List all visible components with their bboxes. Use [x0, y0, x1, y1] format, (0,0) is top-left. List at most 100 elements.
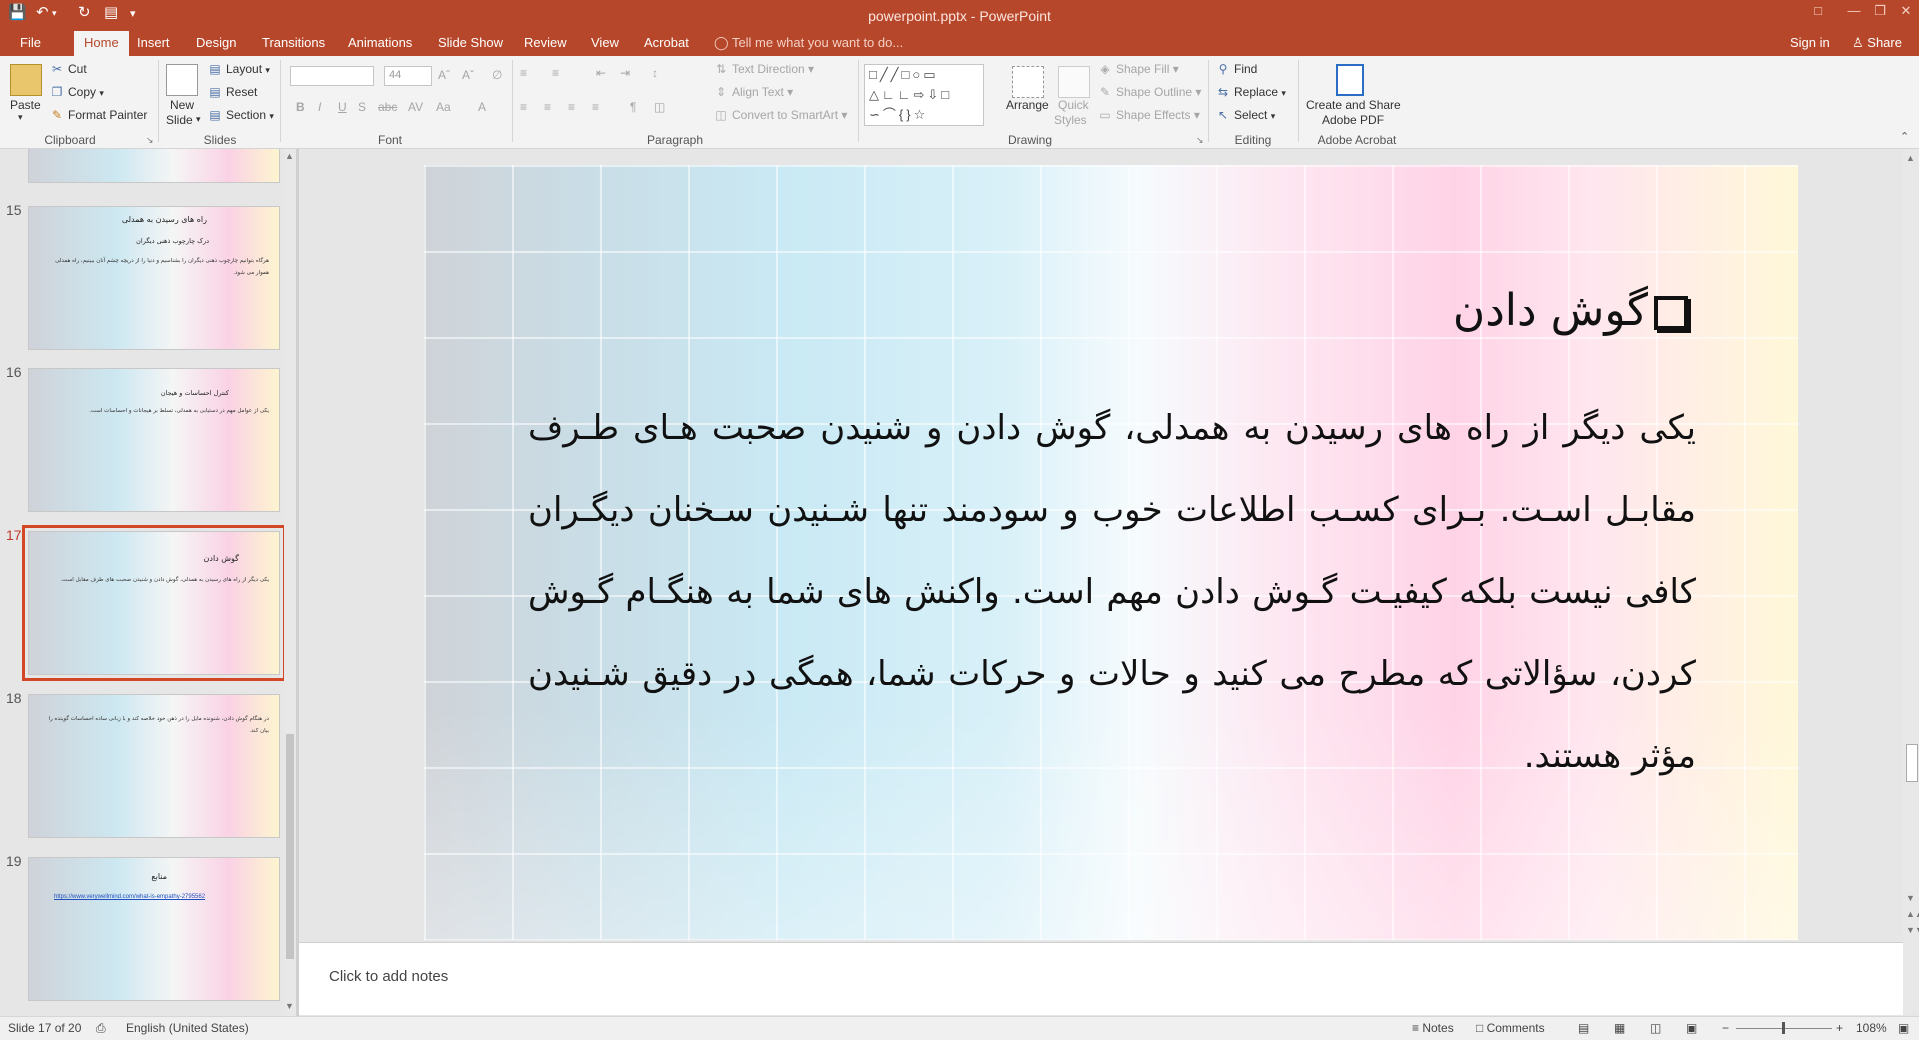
tab-insert[interactable]: Insert	[137, 35, 170, 50]
increase-font-size-icon[interactable]: Aˆ	[438, 68, 450, 82]
quick-styles-button[interactable]: Quick	[1058, 98, 1089, 112]
ribbon-display-options-icon[interactable]: □	[1804, 3, 1832, 18]
increase-indent-icon[interactable]: ⇥	[620, 66, 630, 80]
scrollbar-thumb[interactable]	[1906, 744, 1918, 782]
slide-thumbnail-19[interactable]: منابع https://www.verywellmind.com/what-…	[28, 857, 280, 1001]
zoom-in-icon[interactable]: +	[1836, 1021, 1843, 1035]
italic-icon[interactable]: I	[318, 100, 321, 114]
comments-toggle-button[interactable]: □ Comments	[1476, 1021, 1545, 1035]
create-share-pdf-icon[interactable]	[1336, 64, 1364, 96]
tab-animations[interactable]: Animations	[348, 35, 412, 50]
format-painter-button[interactable]: ✎ Format Painter	[50, 108, 147, 122]
slide-scrollbar[interactable]: ▲ ▼ ▲▲ ▼▼	[1903, 149, 1919, 1014]
cut-button[interactable]: ✂ Cut	[50, 62, 87, 76]
language-indicator[interactable]: English (United States)	[126, 1021, 249, 1035]
character-spacing-icon[interactable]: AV	[408, 100, 423, 114]
slide-thumbnail-17[interactable]: گوش دادن یکی دیگر از راه های رسیدن به هم…	[22, 525, 286, 681]
tab-transitions[interactable]: Transitions	[262, 35, 325, 50]
slide-title[interactable]: گوش دادن	[1453, 285, 1688, 336]
scroll-down-icon[interactable]: ▼	[1906, 893, 1915, 903]
scrollbar-thumb[interactable]	[286, 734, 294, 959]
new-slide-icon[interactable]	[166, 64, 198, 96]
clear-formatting-icon[interactable]: ∅	[492, 68, 502, 82]
font-color-icon[interactable]: A	[478, 100, 486, 114]
tab-view[interactable]: View	[591, 35, 619, 50]
shapes-gallery[interactable]: □╱╱□○▭ △∟∟⇨⇩□ ∽⌒{}☆	[864, 64, 984, 126]
clipboard-launcher-icon[interactable]: ↘	[146, 135, 154, 146]
fit-to-window-icon[interactable]: ▣	[1898, 1021, 1909, 1035]
tab-home[interactable]: Home	[74, 31, 129, 56]
slide-thumbnail[interactable]	[28, 149, 280, 183]
find-button[interactable]: ⚲ Find	[1216, 62, 1258, 76]
quick-styles-button-line2[interactable]: Styles	[1054, 113, 1087, 127]
align-center-icon[interactable]: ≡	[544, 100, 551, 114]
paste-dropdown-icon[interactable]: ▾	[18, 112, 23, 123]
zoom-out-icon[interactable]: −	[1722, 1021, 1729, 1035]
notes-placeholder[interactable]: Click to add notes	[329, 968, 448, 985]
bullets-icon[interactable]: ≡	[520, 66, 527, 80]
align-right-icon[interactable]: ≡	[568, 100, 575, 114]
line-spacing-icon[interactable]: ↕	[652, 66, 658, 80]
spelling-check-icon[interactable]: ⎙	[96, 1021, 106, 1036]
normal-view-icon[interactable]: ▤	[1578, 1021, 1589, 1035]
next-slide-icon[interactable]: ▼▼	[1906, 925, 1919, 935]
copy-button[interactable]: ❐ Copy ▾	[50, 85, 104, 99]
paste-icon[interactable]	[10, 64, 42, 96]
minimize-button[interactable]: —	[1840, 3, 1868, 18]
rtl-icon[interactable]: ¶	[630, 100, 636, 114]
scroll-up-icon[interactable]: ▲	[285, 151, 294, 161]
reset-button[interactable]: ▤ Reset	[208, 85, 257, 99]
tab-file[interactable]: File	[20, 35, 41, 50]
maximize-button[interactable]: ❐	[1866, 3, 1894, 19]
numbering-icon[interactable]: ≡	[552, 66, 559, 80]
align-text-button[interactable]: ⇕ Align Text ▾	[714, 85, 793, 99]
slide-thumbnail-16[interactable]: کنترل احساسات و هیجان یکی از عوامل مهم د…	[28, 368, 280, 512]
decrease-font-size-icon[interactable]: Aˇ	[462, 68, 474, 82]
sign-in-link[interactable]: Sign in	[1790, 35, 1830, 50]
layout-button[interactable]: ▤ Layout ▾	[208, 62, 270, 76]
slideshow-view-icon[interactable]: ▣	[1686, 1021, 1697, 1035]
slide-sorter-icon[interactable]: ▦	[1614, 1021, 1625, 1035]
section-button[interactable]: ▤ Section ▾	[208, 108, 274, 122]
share-button[interactable]: ♙ Share	[1852, 35, 1902, 51]
paste-button[interactable]: Paste	[10, 98, 41, 112]
zoom-slider-handle[interactable]	[1782, 1022, 1785, 1034]
tab-acrobat[interactable]: Acrobat	[644, 35, 689, 50]
quick-styles-icon[interactable]	[1058, 66, 1090, 98]
decrease-indent-icon[interactable]: ⇤	[596, 66, 606, 80]
strikethrough-icon[interactable]: abc	[378, 100, 397, 114]
scroll-up-icon[interactable]: ▲	[1906, 153, 1915, 163]
tab-design[interactable]: Design	[196, 35, 236, 50]
close-button[interactable]: ✕	[1892, 3, 1919, 19]
create-share-pdf-button-line2[interactable]: Adobe PDF	[1322, 113, 1384, 127]
shape-outline-button[interactable]: ✎ Shape Outline ▾	[1098, 85, 1201, 99]
text-shadow-icon[interactable]: S	[358, 100, 366, 114]
reading-view-icon[interactable]: ◫	[1650, 1021, 1661, 1035]
slide-canvas[interactable]: گوش دادن یکی دیگر از راه های رسیدن به هم…	[424, 165, 1798, 940]
text-direction-button[interactable]: ⇅ Text Direction ▾	[714, 62, 814, 76]
shape-effects-button[interactable]: ▭ Shape Effects ▾	[1098, 108, 1200, 122]
convert-smartart-button[interactable]: ◫ Convert to SmartArt ▾	[714, 108, 847, 122]
arrange-button[interactable]: Arrange	[1006, 98, 1049, 112]
shape-fill-button[interactable]: ◈ Shape Fill ▾	[1098, 62, 1178, 76]
align-left-icon[interactable]: ≡	[520, 100, 527, 114]
font-name-combo[interactable]	[290, 66, 374, 86]
new-slide-button-line2[interactable]: Slide	[166, 113, 193, 127]
select-button[interactable]: ↖ Select ▾	[1216, 108, 1275, 122]
bold-icon[interactable]: B	[296, 100, 305, 114]
columns-icon[interactable]: ◫	[654, 100, 665, 114]
collapse-ribbon-icon[interactable]: ⌃	[1900, 130, 1909, 143]
previous-slide-icon[interactable]: ▲▲	[1906, 909, 1919, 919]
new-slide-button[interactable]: New	[170, 98, 194, 112]
notes-toggle-button[interactable]: ≡ Notes	[1412, 1021, 1454, 1035]
tab-review[interactable]: Review	[524, 35, 567, 50]
new-slide-dropdown-icon[interactable]: ▾	[196, 114, 201, 125]
justify-icon[interactable]: ≡	[592, 100, 599, 114]
slide-thumbnail-15[interactable]: راه های رسیدن به همدلی درک چارچوب ذهنی د…	[28, 206, 280, 350]
arrange-icon[interactable]	[1012, 66, 1044, 98]
change-case-icon[interactable]: Aa	[436, 100, 451, 114]
notes-pane[interactable]: Click to add notes	[299, 942, 1903, 1015]
underline-icon[interactable]: U	[338, 100, 347, 114]
create-share-pdf-button[interactable]: Create and Share	[1306, 98, 1401, 112]
replace-button[interactable]: ⇆ Replace ▾	[1216, 85, 1286, 99]
